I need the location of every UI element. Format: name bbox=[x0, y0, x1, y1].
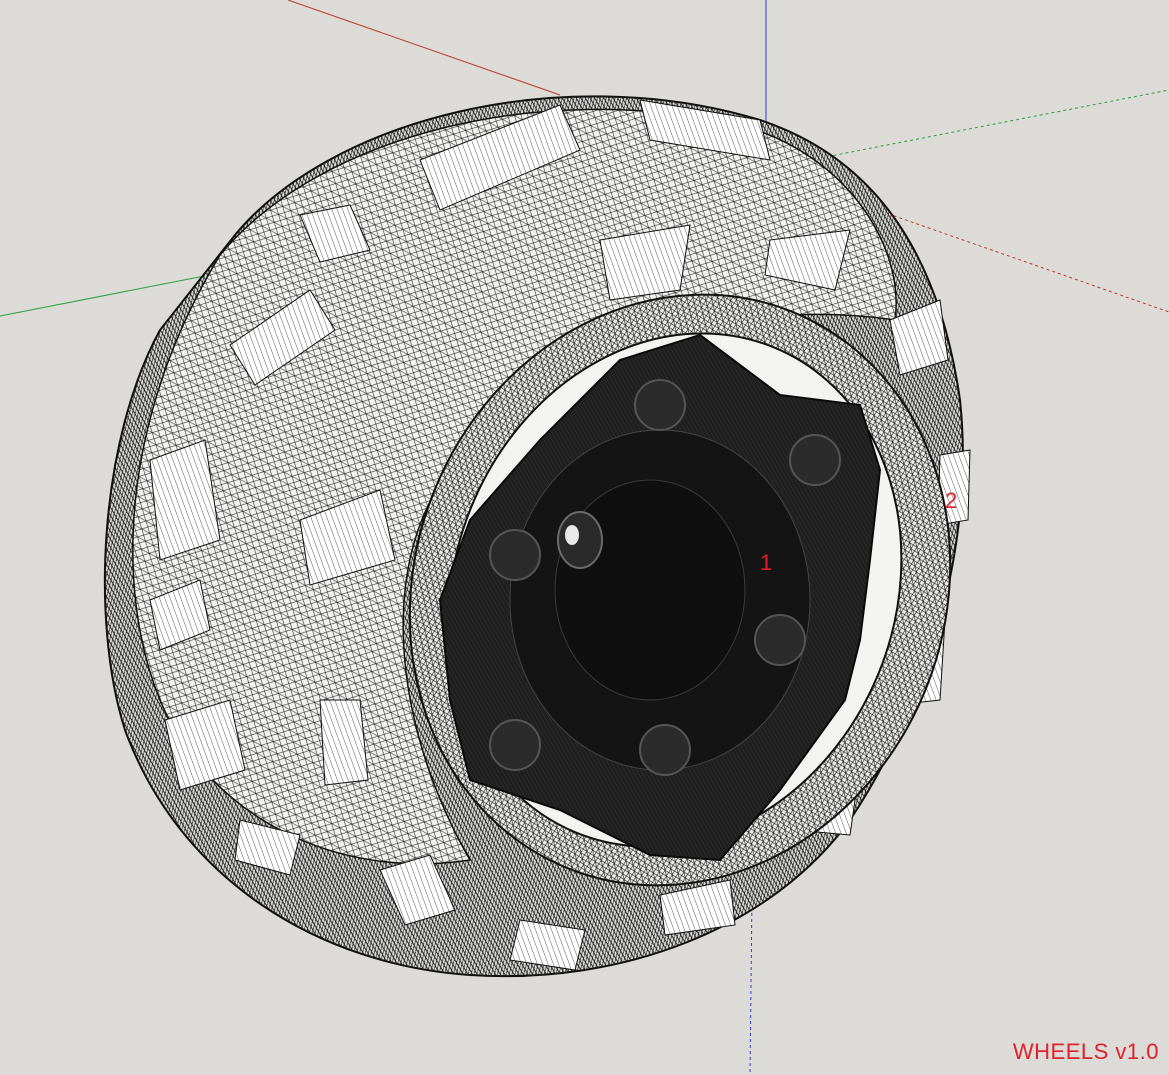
model-label-2: 2 bbox=[945, 488, 958, 513]
axle-highlight bbox=[565, 525, 579, 545]
green-axis-dashed bbox=[809, 89, 1169, 161]
modeling-viewport[interactable]: 1 2 WHEELS v1.0 bbox=[0, 0, 1169, 1075]
wheel-model[interactable] bbox=[103, 95, 1038, 978]
axle-bore bbox=[557, 511, 603, 569]
version-title: WHEELS v1.0 bbox=[1012, 1039, 1159, 1064]
3d-scene[interactable] bbox=[0, 0, 1169, 1075]
blue-axis-dashed bbox=[749, 894, 753, 1075]
model-label-1: 1 bbox=[760, 550, 773, 575]
red-axis bbox=[287, 0, 561, 96]
